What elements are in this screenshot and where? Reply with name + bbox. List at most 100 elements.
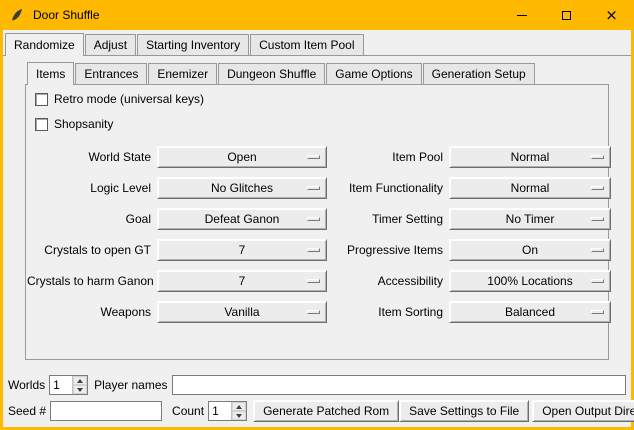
generate-patched-rom-button[interactable]: Generate Patched Rom [253,400,399,422]
weapons-dropdown[interactable]: Vanilla [157,301,327,323]
retro-mode-label: Retro mode (universal keys) [54,92,204,106]
titlebar: Door Shuffle × [0,0,634,30]
item-sorting-dropdown[interactable]: Balanced [449,301,611,323]
worlds-input[interactable] [50,376,72,394]
inner-notebook: Items Entrances Enemizer Dungeon Shuffle… [25,62,609,360]
optionmenu-indicator-icon [591,217,604,221]
checkbox-icon [35,93,48,106]
tab-generation-setup[interactable]: Generation Setup [423,63,535,84]
optionmenu-indicator-icon [591,186,604,190]
tab-items[interactable]: Items [27,62,74,85]
item-pool-dropdown[interactable]: Normal [449,146,611,168]
inner-tab-bar: Items Entrances Enemizer Dungeon Shuffle… [25,62,609,84]
worlds-spinbox[interactable] [49,375,88,395]
client-area: Randomize Adjust Starting Inventory Cust… [3,30,631,427]
optionmenu-indicator-icon [307,248,320,252]
logic-level-value: No Glitches [211,181,273,195]
shopsanity-label: Shopsanity [54,117,113,131]
count-spinbox[interactable] [208,401,247,421]
worlds-row: Worlds Player names [8,375,626,395]
timer-setting-label: Timer Setting [333,212,443,226]
spin-down-button[interactable] [232,411,246,420]
tab-dungeon-shuffle[interactable]: Dungeon Shuffle [218,63,325,84]
crystals-harm-ganon-dropdown[interactable]: 7 [157,270,327,292]
logic-level-label: Logic Level [27,181,151,195]
accessibility-value: 100% Locations [487,274,572,288]
spin-down-icon [236,414,242,418]
shopsanity-checkbox[interactable]: Shopsanity [35,116,607,132]
spin-up-button[interactable] [73,376,87,385]
items-pane: Retro mode (universal keys) Shopsanity W… [25,84,609,360]
app-icon [9,7,25,23]
retro-mode-checkbox[interactable]: Retro mode (universal keys) [35,91,607,107]
goal-value: Defeat Ganon [205,212,280,226]
maximize-icon [562,11,571,20]
save-settings-button[interactable]: Save Settings to File [399,400,529,422]
crystals-harm-ganon-value: 7 [239,274,246,288]
minimize-button[interactable] [499,0,544,30]
count-input[interactable] [209,402,231,420]
item-sorting-value: Balanced [505,305,555,319]
tab-enemizer[interactable]: Enemizer [148,63,217,84]
optionmenu-indicator-icon [591,279,604,283]
goal-label: Goal [27,212,151,226]
weapons-value: Vanilla [224,305,259,319]
optionmenu-indicator-icon [307,155,320,159]
tab-entrances[interactable]: Entrances [75,63,147,84]
spin-down-button[interactable] [73,385,87,394]
checkbox-icon [35,118,48,131]
item-functionality-value: Normal [511,181,550,195]
accessibility-dropdown[interactable]: 100% Locations [449,270,611,292]
player-names-label: Player names [94,378,167,392]
weapons-label: Weapons [27,305,151,319]
progressive-items-dropdown[interactable]: On [449,239,611,261]
spin-down-icon [77,388,83,392]
progressive-items-value: On [522,243,538,257]
tab-starting-inventory[interactable]: Starting Inventory [137,34,249,55]
minimize-icon [517,15,527,16]
seed-input[interactable] [50,401,162,421]
tab-adjust[interactable]: Adjust [85,34,136,55]
item-sorting-label: Item Sorting [333,305,443,319]
spin-up-icon [77,379,83,383]
tab-custom-item-pool[interactable]: Custom Item Pool [250,34,363,55]
tab-game-options[interactable]: Game Options [326,63,421,84]
caption-buttons: × [499,0,634,30]
world-state-value: Open [227,150,256,164]
maximize-button[interactable] [544,0,589,30]
door-shuffle-window: Door Shuffle × Randomize Adjust Starting… [0,0,634,430]
optionmenu-indicator-icon [307,310,320,314]
options-grid: World State Open Item Pool Normal Logic … [27,146,607,323]
tab-randomize[interactable]: Randomize [5,33,84,56]
world-state-dropdown[interactable]: Open [157,146,327,168]
seed-label: Seed # [8,404,46,418]
player-names-input[interactable] [172,375,627,395]
world-state-label: World State [27,150,151,164]
spin-up-icon [236,405,242,409]
crystals-open-gt-value: 7 [239,243,246,257]
logic-level-dropdown[interactable]: No Glitches [157,177,327,199]
item-pool-value: Normal [511,150,550,164]
item-functionality-dropdown[interactable]: Normal [449,177,611,199]
optionmenu-indicator-icon [591,155,604,159]
worlds-label: Worlds [8,378,45,392]
spin-up-button[interactable] [232,402,246,411]
timer-setting-value: No Timer [506,212,555,226]
close-icon: × [605,8,618,23]
optionmenu-indicator-icon [307,186,320,190]
item-pool-label: Item Pool [333,150,443,164]
optionmenu-indicator-icon [307,279,320,283]
crystals-open-gt-dropdown[interactable]: 7 [157,239,327,261]
timer-setting-dropdown[interactable]: No Timer [449,208,611,230]
item-functionality-label: Item Functionality [333,181,443,195]
crystals-open-gt-label: Crystals to open GT [27,243,151,257]
open-output-directory-button[interactable]: Open Output Directory [532,400,634,422]
close-button[interactable]: × [589,0,634,30]
optionmenu-indicator-icon [591,310,604,314]
window-title: Door Shuffle [33,8,100,22]
optionmenu-indicator-icon [591,248,604,252]
bottom-bar: Worlds Player names Seed # Count [3,375,631,427]
crystals-harm-ganon-label: Crystals to harm Ganon [27,274,151,288]
accessibility-label: Accessibility [333,274,443,288]
goal-dropdown[interactable]: Defeat Ganon [157,208,327,230]
